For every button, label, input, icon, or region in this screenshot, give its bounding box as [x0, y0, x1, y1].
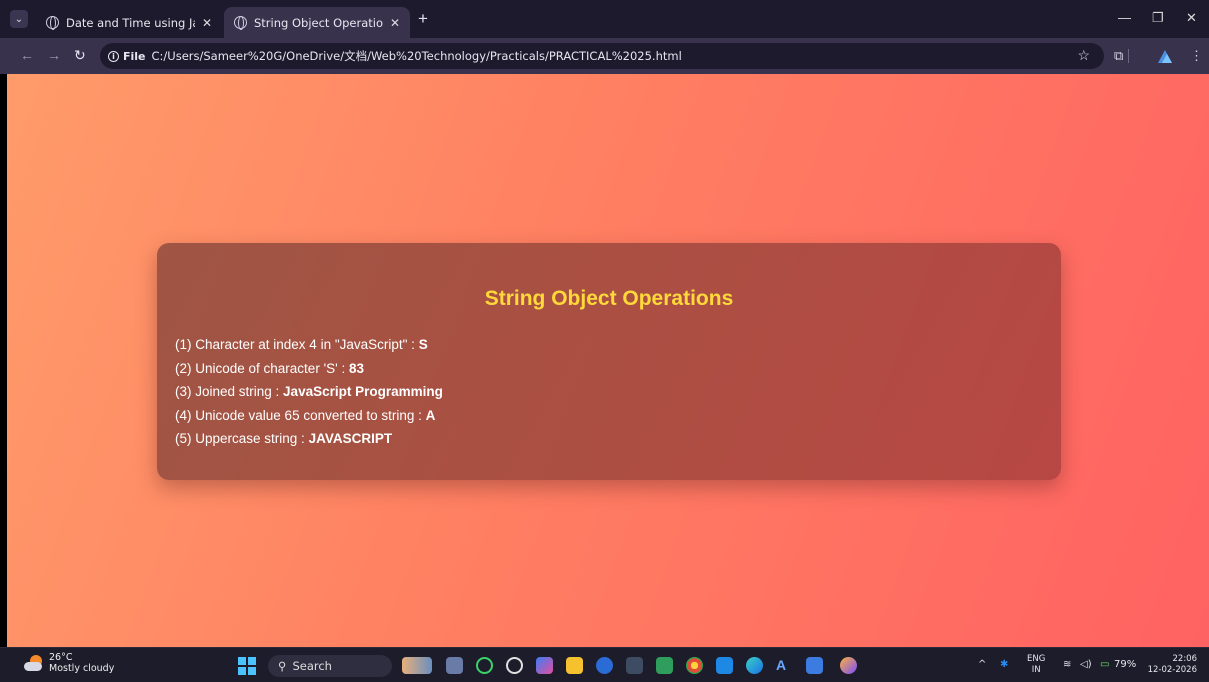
site-info-label: File [123, 49, 146, 63]
globe-icon [234, 16, 247, 30]
restore-button[interactable]: ❐ [1152, 10, 1164, 26]
tab-label: String Object Operations [254, 15, 383, 30]
taskbar: 26°C Mostly cloudy ⚲ Search A ^ ✱ ENG IN… [0, 647, 1209, 682]
result-value: JavaScript Programming [283, 384, 443, 399]
browser-menu-icon[interactable]: ⋮ [1190, 48, 1203, 64]
close-window-button[interactable]: ✕ [1186, 10, 1197, 26]
battery-percent: 79% [1114, 659, 1137, 670]
bookmark-star-icon[interactable]: ☆ [1077, 47, 1090, 64]
result-value: A [425, 407, 436, 423]
app-a-icon[interactable]: A [776, 657, 793, 674]
result-label: (5) Uppercase string : [175, 431, 309, 446]
vscode-icon[interactable] [716, 657, 733, 674]
weather-temp: 26°C [49, 652, 73, 663]
bluetooth-app-icon[interactable] [596, 657, 613, 674]
result-value: 83 [348, 360, 365, 376]
edge-icon[interactable] [746, 657, 763, 674]
language-indicator[interactable]: ENG IN [1027, 654, 1045, 676]
result-label: (3) Joined string : [175, 384, 284, 399]
tab-date-and-time[interactable]: Date and Time using JavaScript ✕ [36, 7, 222, 38]
weather-widget[interactable]: 26°C Mostly cloudy [24, 652, 114, 674]
search-placeholder: Search [292, 659, 332, 673]
search-icon: ⚲ [278, 659, 287, 673]
globe-icon [46, 16, 59, 30]
photos-icon[interactable] [656, 657, 673, 674]
back-button[interactable]: ← [20, 47, 34, 63]
profile-avatar[interactable] [1156, 48, 1174, 64]
address-bar[interactable]: i File C:/Users/Sameer%20G/OneDrive/文档/W… [100, 43, 1104, 69]
result-label: (1) Character at index 4 in "JavaScript"… [175, 337, 419, 352]
clock[interactable]: 22:06 12-02-2026 [1145, 654, 1197, 676]
result-line-1: (1) Character at index 4 in "JavaScript"… [175, 333, 443, 357]
browser-active-icon[interactable] [840, 657, 857, 674]
volume-icon[interactable]: ◁) [1080, 659, 1092, 670]
site-info-chip[interactable]: i File [108, 50, 146, 63]
store-icon[interactable] [806, 657, 823, 674]
tab-label: Date and Time using JavaScript [66, 15, 195, 30]
page-viewport: String Object Operations (1) Character a… [7, 74, 1209, 647]
results-list: (1) Character at index 4 in "JavaScript"… [175, 333, 443, 451]
result-line-4: (4) Unicode value 65 converted to string… [175, 404, 443, 428]
result-value: S [418, 337, 428, 352]
taskbar-search[interactable]: ⚲ Search [268, 655, 392, 677]
close-icon[interactable]: ✕ [390, 16, 400, 30]
tab-strip: ⌄ Date and Time using JavaScript ✕ Strin… [0, 0, 1209, 38]
result-label: (4) Unicode value 65 converted to string… [175, 407, 426, 423]
bluetooth-tray-icon[interactable]: ✱ [1000, 659, 1008, 670]
results-card: String Object Operations (1) Character a… [157, 243, 1061, 480]
new-tab-button[interactable]: + [418, 10, 428, 27]
result-line-3: (3) Joined string : JavaScript Programmi… [175, 380, 443, 404]
url-text: C:/Users/Sameer%20G/OneDrive/文档/Web%20Te… [151, 49, 682, 63]
reload-button[interactable]: ↻ [74, 47, 86, 64]
news-widget-icon[interactable] [402, 657, 432, 674]
battery-icon[interactable]: ▭ [1100, 659, 1109, 670]
result-line-2: (2) Unicode of character 'S' : 83 [175, 357, 443, 381]
chrome-icon[interactable] [686, 657, 703, 674]
wifi-icon[interactable]: ≋ [1063, 659, 1071, 670]
chatgpt-icon[interactable] [506, 657, 523, 674]
minimize-button[interactable]: — [1118, 10, 1131, 25]
tab-search-button[interactable]: ⌄ [10, 10, 28, 28]
weather-desc: Mostly cloudy [49, 663, 115, 674]
result-label: (2) Unicode of character 'S' : [175, 360, 349, 376]
chevron-up-icon[interactable]: ^ [978, 659, 986, 670]
info-icon: i [108, 50, 119, 62]
whatsapp-icon[interactable] [476, 657, 493, 674]
copilot-icon[interactable] [536, 657, 553, 674]
page-title: String Object Operations [484, 287, 734, 310]
task-view-icon[interactable] [446, 657, 463, 674]
terminal-icon[interactable] [626, 657, 643, 674]
windows-start-icon[interactable] [238, 657, 256, 675]
extensions-icon[interactable]: ⧉ [1114, 48, 1123, 64]
file-explorer-icon[interactable] [566, 657, 583, 674]
result-line-5: (5) Uppercase string : JAVASCRIPT [175, 427, 443, 451]
toolbar-divider [1128, 49, 1129, 63]
tab-string-object-operations[interactable]: String Object Operations ✕ [224, 7, 410, 38]
close-icon[interactable]: ✕ [202, 16, 212, 30]
forward-button[interactable]: → [47, 47, 61, 63]
weather-partly-cloudy-icon [24, 655, 44, 671]
result-value: JAVASCRIPT [308, 431, 393, 446]
browser-toolbar: ← → ↻ i File C:/Users/Sameer%20G/OneDriv… [0, 38, 1209, 74]
